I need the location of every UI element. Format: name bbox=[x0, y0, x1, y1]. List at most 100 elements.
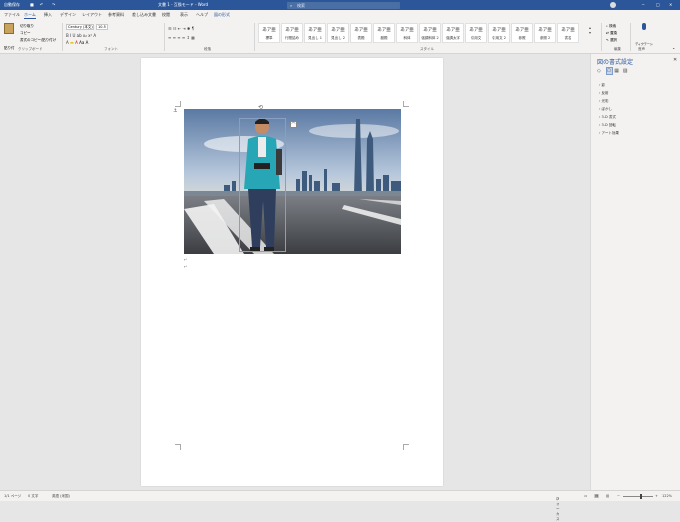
font-name-select[interactable]: Century (本文) bbox=[66, 24, 94, 30]
paragraph-list-icons[interactable]: ☰ ☷ ⇤ ⇥ ✱ ¶ bbox=[168, 26, 194, 31]
replace-label: 置換 bbox=[610, 31, 618, 35]
page-count[interactable]: 1/1 ページ bbox=[4, 494, 21, 499]
pane-section[interactable]: › 3-D 回転 bbox=[599, 123, 616, 128]
section-label: 3-D 書式 bbox=[601, 115, 616, 119]
pane-section[interactable]: › 3-D 書式 bbox=[599, 115, 616, 120]
dictate-button[interactable]: ディクテーション bbox=[634, 23, 654, 65]
maximize-button[interactable]: □ bbox=[656, 2, 660, 7]
close-button[interactable]: ✕ bbox=[669, 2, 672, 7]
pane-section[interactable]: › 光彩 bbox=[599, 99, 609, 104]
copy-button[interactable]: コピー bbox=[20, 31, 31, 36]
ribbon-tabs: ファイル ホーム 挿入 デザイン レイアウト 参考資料 差し込み文書 校閲 表示… bbox=[0, 10, 680, 21]
paragraph-mark: ↵ bbox=[184, 257, 188, 262]
view-print-icon[interactable]: ▤ bbox=[594, 494, 600, 498]
word-count[interactable]: 0 文字 bbox=[28, 494, 38, 499]
divider bbox=[254, 23, 255, 51]
crop-mark bbox=[175, 101, 181, 107]
view-read-icon[interactable]: ▭ bbox=[584, 494, 587, 498]
style-item-emphasis[interactable]: あア亜 斜体 bbox=[396, 23, 418, 43]
zoom-slider-thumb[interactable] bbox=[640, 494, 642, 499]
style-item-subtitle[interactable]: あア亜 副題 bbox=[373, 23, 395, 43]
collapse-ribbon-icon[interactable]: ⌃ bbox=[672, 47, 675, 52]
minimize-button[interactable]: ─ bbox=[642, 2, 644, 7]
style-name: 見出し 2 bbox=[331, 36, 345, 40]
tab-view[interactable]: 表示 bbox=[180, 12, 188, 18]
style-item-strong[interactable]: あア亜 強調太字 bbox=[442, 23, 464, 43]
tab-references[interactable]: 参考資料 bbox=[108, 12, 124, 18]
style-sample: あア亜 bbox=[377, 28, 391, 33]
search-box[interactable]: ⌕ 検索 bbox=[287, 2, 400, 9]
layout-properties-icon[interactable]: ▦ bbox=[614, 68, 621, 74]
pane-section[interactable]: › ぼかし bbox=[599, 107, 612, 112]
style-item-no-spacing[interactable]: あア亜 行間詰め bbox=[281, 23, 303, 43]
tab-layout[interactable]: レイアウト bbox=[82, 12, 102, 18]
style-item-intense-quote[interactable]: あア亜 引用文 2 bbox=[488, 23, 510, 43]
style-item-heading2[interactable]: あア亜 見出し 2 bbox=[327, 23, 349, 43]
select-button[interactable]: ↖ 選択 bbox=[606, 38, 617, 43]
font-format-icons[interactable]: B I U ab x₂ x² A bbox=[66, 33, 96, 38]
effects-icon[interactable]: ⬠ bbox=[605, 67, 613, 75]
replace-button[interactable]: ⇄ 置換 bbox=[606, 31, 617, 36]
language-indicator[interactable]: 英語 (米国) bbox=[52, 494, 70, 499]
zoom-in-icon[interactable]: + bbox=[655, 494, 658, 498]
tab-help[interactable]: ヘルプ bbox=[196, 12, 208, 18]
crop-mark bbox=[175, 444, 181, 450]
tab-home[interactable]: ホーム bbox=[24, 12, 36, 19]
cut-button[interactable]: 切り取り bbox=[20, 24, 34, 29]
clipboard-icon bbox=[4, 23, 14, 34]
tab-file[interactable]: ファイル bbox=[4, 12, 20, 18]
style-item-intense-emphasis[interactable]: あア亜 強調斜体 2 bbox=[419, 23, 441, 43]
tab-picture-format[interactable]: 図の形式 bbox=[214, 12, 230, 18]
style-item-normal[interactable]: あア亜 標準 bbox=[258, 23, 280, 43]
tab-insert[interactable]: 挿入 bbox=[44, 12, 52, 18]
format-painter-button[interactable]: 書式のコピー/貼り付け bbox=[20, 38, 56, 43]
style-item-title[interactable]: あア亜 表題 bbox=[350, 23, 372, 43]
autosave-label[interactable]: 自動保存 bbox=[4, 2, 20, 8]
undo-icon[interactable]: ↶ bbox=[40, 2, 43, 7]
font-size-select[interactable]: 10.5 bbox=[96, 24, 108, 30]
document-page[interactable]: ⚓ ⟲ ⌒ ↵ ↵ bbox=[141, 58, 443, 486]
fill-line-icon[interactable]: ◇ bbox=[597, 68, 604, 74]
pane-section[interactable]: › アート効果 bbox=[599, 131, 619, 136]
pane-section[interactable]: › 反射 bbox=[599, 91, 609, 96]
inserted-picture[interactable] bbox=[184, 109, 401, 254]
style-item-heading1[interactable]: あア亜 見出し 1 bbox=[304, 23, 326, 43]
rotate-handle-icon[interactable]: ⟲ bbox=[258, 104, 263, 111]
pane-section[interactable]: › 影 bbox=[599, 83, 605, 88]
section-label: 反射 bbox=[601, 91, 609, 95]
pane-close-icon[interactable]: ✕ bbox=[673, 57, 677, 63]
zoom-slider[interactable] bbox=[623, 496, 653, 497]
picture-icon[interactable]: ▨ bbox=[623, 68, 630, 74]
clipboard-group-label: クリップボード bbox=[18, 47, 43, 51]
style-item-quote[interactable]: あア亜 引用文 bbox=[465, 23, 487, 43]
style-name: 引用文 2 bbox=[492, 36, 506, 40]
section-label: 光彩 bbox=[601, 99, 609, 103]
zoom-out-icon[interactable]: − bbox=[617, 494, 620, 498]
paste-button[interactable]: 貼り付け bbox=[4, 23, 16, 69]
font-name-value: Century (本文) bbox=[68, 25, 93, 29]
expand-icon: › bbox=[599, 83, 601, 87]
style-item-reference[interactable]: あア亜 参照 bbox=[511, 23, 533, 43]
style-sample: あア亜 bbox=[538, 28, 552, 33]
tab-design[interactable]: デザイン bbox=[60, 12, 76, 18]
style-sample: あア亜 bbox=[561, 28, 575, 33]
picture-selection-frame bbox=[239, 118, 286, 252]
tab-review[interactable]: 校閲 bbox=[162, 12, 170, 18]
redo-icon[interactable]: ↷ bbox=[52, 2, 55, 7]
style-item-intense-reference[interactable]: あア亜 参照 2 bbox=[534, 23, 556, 43]
find-button[interactable]: ⌕ 検索 bbox=[606, 24, 616, 29]
zoom-level[interactable]: 122% bbox=[662, 494, 672, 498]
anchor-icon[interactable]: ⚓ bbox=[173, 108, 177, 114]
paragraph-align-icons[interactable]: ≡ ≡ ≡ ≡ ↕ ▦ bbox=[168, 35, 195, 40]
view-web-icon[interactable]: ▥ bbox=[606, 494, 609, 498]
styles-scroll-icon[interactable]: ▴ ▾ bbox=[589, 25, 591, 35]
divider bbox=[601, 23, 602, 51]
user-avatar[interactable] bbox=[610, 2, 616, 8]
layout-options-button[interactable]: ⌒ bbox=[290, 121, 297, 128]
font-color-icons[interactable]: A ▬ A Aa A bbox=[66, 40, 88, 45]
tab-mailings[interactable]: 差し込み文書 bbox=[132, 12, 156, 18]
save-icon[interactable]: ■ bbox=[30, 2, 34, 7]
style-item-book-title[interactable]: あア亜 書名 bbox=[557, 23, 579, 43]
editing-group-label: 編集 bbox=[614, 47, 621, 51]
style-name: 書名 bbox=[564, 36, 572, 40]
